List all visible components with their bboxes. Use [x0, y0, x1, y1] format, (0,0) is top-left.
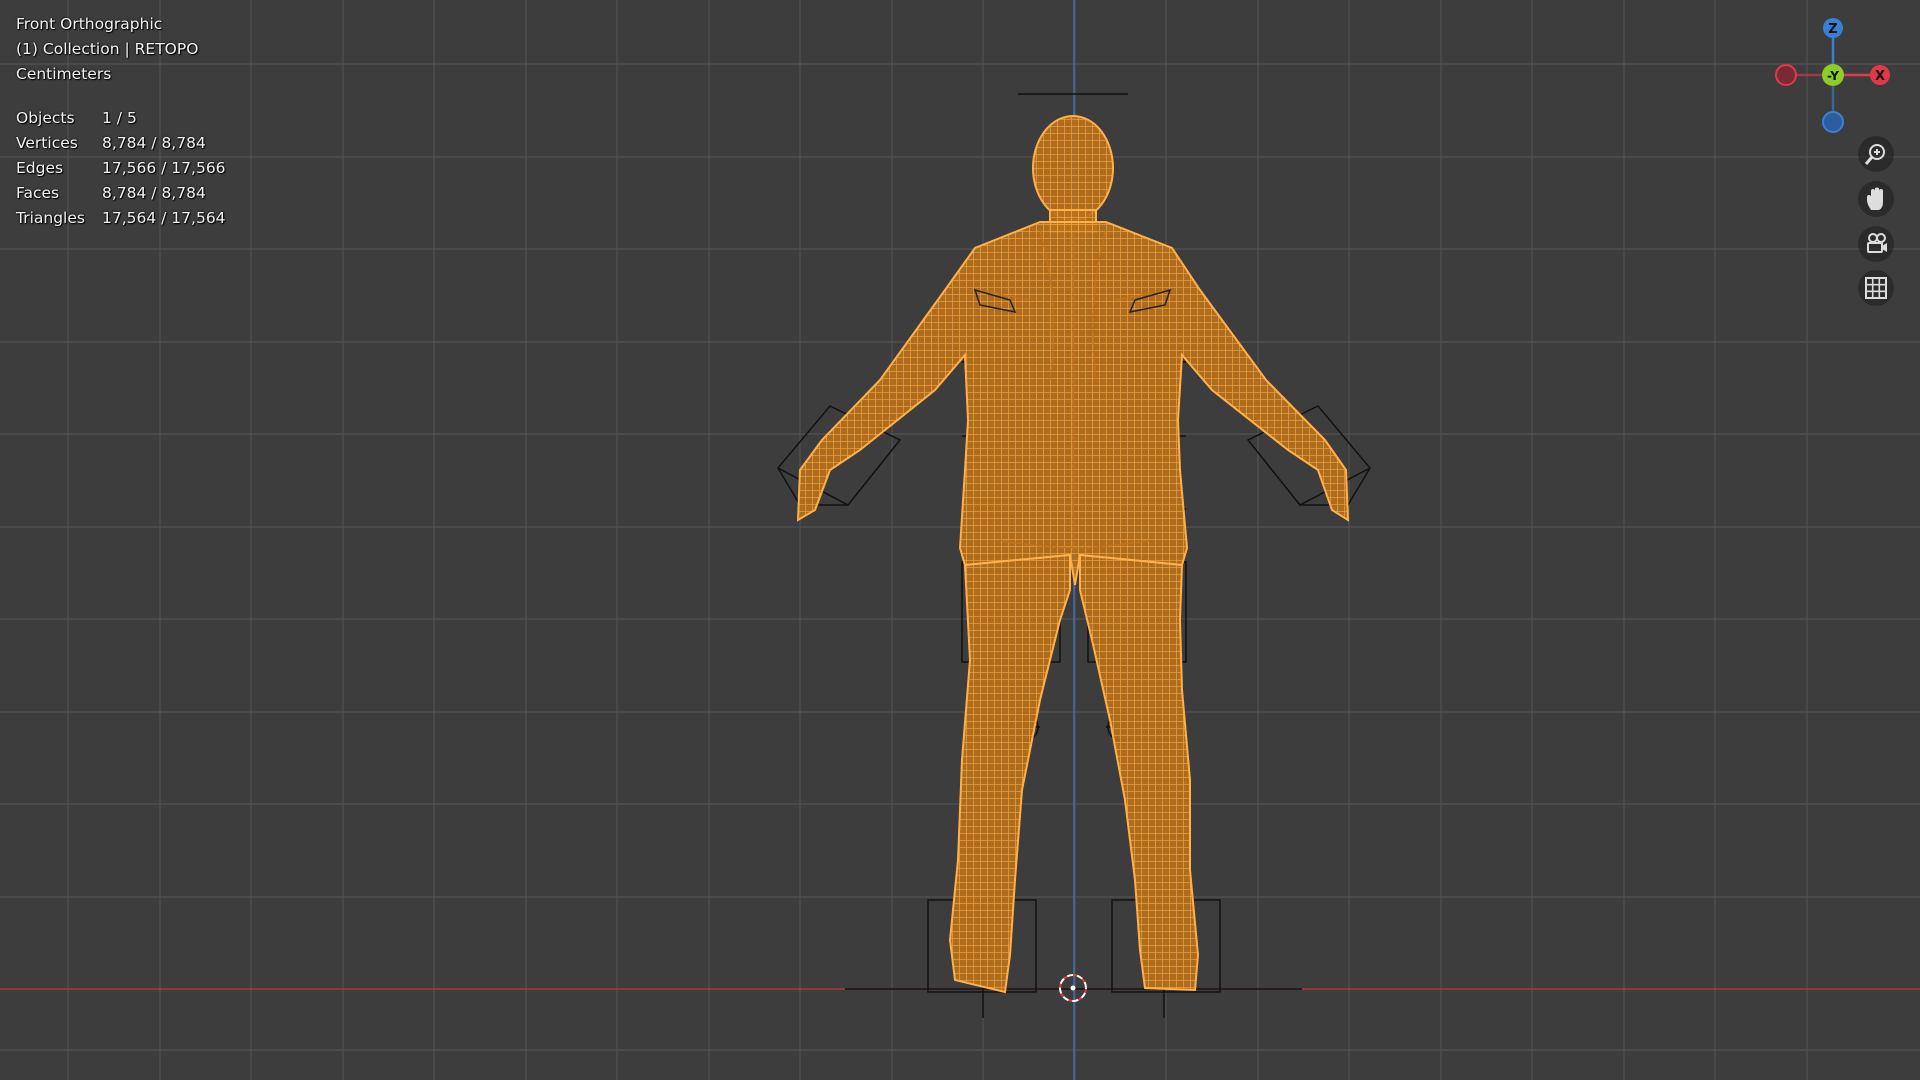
stat-row-vertices: Vertices 8,784 / 8,784: [16, 131, 226, 156]
gizmo-z-label: Z: [1828, 22, 1837, 37]
stat-value: 1 / 5: [102, 109, 137, 127]
camera-view-button[interactable]: [1858, 226, 1894, 262]
camera-view-icon: [1867, 233, 1887, 253]
gizmo-z-axis[interactable]: Z: [1823, 18, 1843, 38]
gizmo-neg-z-axis[interactable]: [1822, 111, 1844, 133]
scene-statistics: Objects 1 / 5 Vertices 8,784 / 8,784 Edg…: [16, 106, 226, 231]
stat-row-edges: Edges 17,566 / 17,566: [16, 156, 226, 181]
gizmo-neg-x-axis[interactable]: [1775, 64, 1797, 86]
ortho-toggle-button[interactable]: [1858, 270, 1894, 306]
units-label: Centimeters: [16, 65, 112, 83]
3d-viewport[interactable]: [0, 0, 1920, 1080]
stat-row-triangles: Triangles 17,564 / 17,564: [16, 206, 226, 231]
stat-label: Objects: [16, 109, 75, 127]
hand-pan-icon: [1867, 187, 1883, 210]
stat-row-objects: Objects 1 / 5: [16, 106, 226, 131]
navigation-gizmo[interactable]: Z X -Y: [1770, 10, 1900, 140]
gizmo-x-axis[interactable]: X: [1870, 65, 1890, 85]
viewport-info: Front Orthographic (1) Collection | RETO…: [16, 12, 198, 87]
stat-value: 8,784 / 8,784: [102, 184, 206, 202]
gizmo-neg-y-axis[interactable]: -Y: [1822, 64, 1844, 86]
stat-value: 17,566 / 17,566: [102, 159, 226, 177]
zoom-icon: [1864, 144, 1885, 165]
stat-label: Vertices: [16, 134, 78, 152]
stat-row-faces: Faces 8,784 / 8,784: [16, 181, 226, 206]
zoom-button[interactable]: [1858, 136, 1894, 172]
stat-label: Faces: [16, 184, 60, 202]
stat-label: Edges: [16, 159, 64, 177]
gizmo-x-label: X: [1875, 69, 1885, 84]
pan-button[interactable]: [1858, 181, 1894, 217]
grid-ortho-icon: [1865, 277, 1887, 299]
stat-value: 8,784 / 8,784: [102, 134, 206, 152]
view-name: Front Orthographic: [16, 15, 163, 33]
stat-label: Triangles: [16, 209, 85, 227]
collection-name: (1) Collection | RETOPO: [16, 40, 199, 58]
stat-value: 17,564 / 17,564: [102, 209, 226, 227]
gizmo-y-label: -Y: [1827, 69, 1839, 83]
